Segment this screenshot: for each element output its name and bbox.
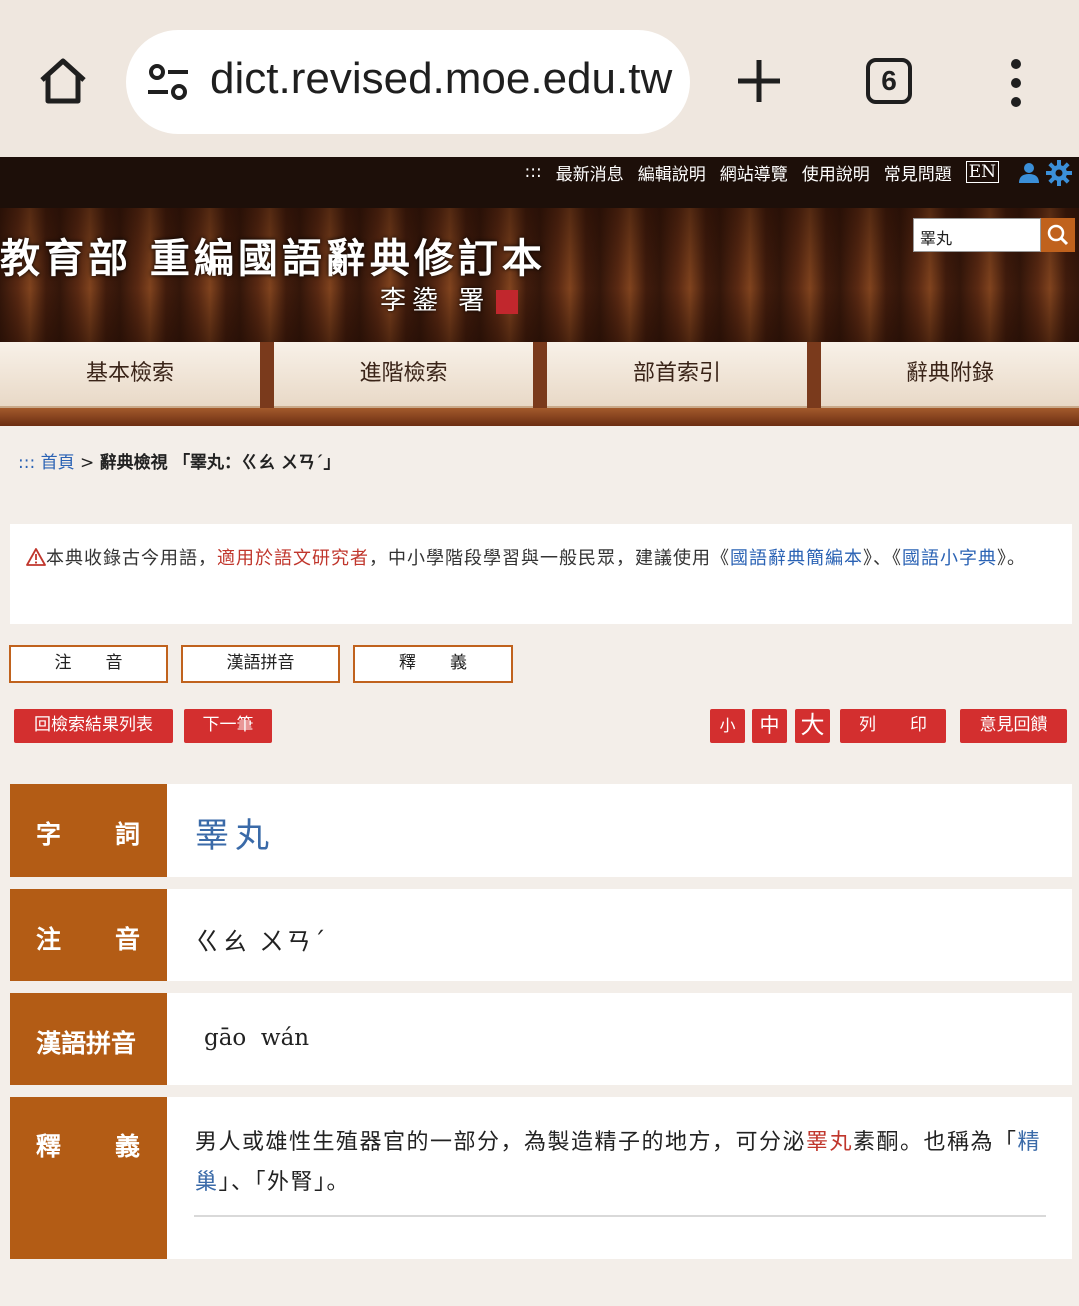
- entry-word: 睪丸: [195, 816, 275, 856]
- nav-rail: [0, 408, 1079, 426]
- topbar-link-faq[interactable]: 常見問題: [884, 160, 952, 185]
- user-icon[interactable]: [1017, 161, 1041, 185]
- topbar-link-help[interactable]: 使用說明: [802, 160, 870, 185]
- site-banner: 教育部 重編國語辭典修訂本 李鍌 署 睪丸: [0, 208, 1079, 342]
- main-navigation: 基本檢索 進階檢索 部首索引 辭典附錄: [0, 342, 1079, 426]
- breadcrumb-home-link[interactable]: 首頁: [41, 453, 75, 473]
- breadcrumb-current: 辭典檢視: [99, 453, 168, 473]
- breadcrumb: ::: 首頁 > 辭典檢視 「睪丸：ㄍㄠ ㄨㄢˊ」: [18, 448, 340, 473]
- field-tab-pinyin[interactable]: 漢語拼音: [181, 645, 340, 683]
- site-topbar: ::: 最新消息 編輯說明 網站導覽 使用說明 常見問題 EN: [0, 157, 1079, 208]
- row-word: 字 詞 睪丸: [10, 784, 1072, 877]
- search-icon: [1047, 224, 1069, 246]
- breadcrumb-query: 「睪丸：ㄍㄠ ㄨㄢˊ」: [173, 453, 341, 473]
- more-options-icon[interactable]: [1006, 58, 1026, 108]
- entry-zhuyin: ㄍㄠ ㄨㄢˊ: [195, 927, 328, 956]
- definition-divider: [194, 1215, 1046, 1217]
- field-tab-definition[interactable]: 釋 義: [353, 645, 513, 683]
- label-definition: 釋 義: [10, 1097, 167, 1259]
- signature: 李鍌 署: [380, 280, 519, 317]
- entry-pinyin: gāo wán: [204, 1025, 310, 1051]
- tab-switcher-button[interactable]: 6: [866, 58, 912, 104]
- row-zhuyin: 注 音 ㄍㄠ ㄨㄢˊ: [10, 889, 1072, 981]
- breadcrumb-separator: >: [80, 453, 95, 473]
- notice-text-1: 本典收錄古今用語，: [46, 548, 217, 569]
- label-word: 字 詞: [10, 784, 167, 877]
- home-icon[interactable]: [36, 54, 90, 108]
- site-title: 教育部 重編國語辭典修訂本: [0, 235, 546, 282]
- tab-basic-search[interactable]: 基本檢索: [0, 342, 260, 408]
- settings-gear-icon[interactable]: [1045, 159, 1073, 187]
- warning-icon: [26, 548, 46, 566]
- font-medium-button[interactable]: 中: [752, 709, 787, 743]
- font-large-button[interactable]: 大: [795, 709, 830, 743]
- topbar-link-sitemap[interactable]: 網站導覽: [720, 160, 788, 185]
- notice-text-3: 》、《: [863, 548, 902, 569]
- notice-box: 本典收錄古今用語，適用於語文研究者，中小學階段學習與一般民眾，建議使用《國語辭典…: [10, 524, 1072, 624]
- tab-radical-index[interactable]: 部首索引: [547, 342, 807, 408]
- tab-appendix[interactable]: 辭典附錄: [821, 342, 1079, 408]
- browser-toolbar: dict.revised.moe.edu.tw 6: [0, 0, 1079, 157]
- back-to-results-button[interactable]: 回檢索結果列表: [14, 709, 173, 743]
- new-tab-icon[interactable]: [734, 56, 784, 106]
- topbar-link-edit-notes[interactable]: 編輯說明: [638, 160, 706, 185]
- notice-text-2: ，中小學階段學習與一般民眾，建議使用《: [369, 548, 730, 569]
- link-small-dictionary[interactable]: 國語小字典: [902, 548, 997, 569]
- print-button[interactable]: 列 印: [840, 709, 946, 743]
- notice-highlight: 適用於語文研究者: [217, 548, 369, 569]
- accesskey-top[interactable]: :::: [525, 162, 542, 182]
- font-small-button[interactable]: 小: [710, 709, 745, 743]
- field-tab-zhuyin[interactable]: 注 音: [9, 645, 168, 683]
- row-pinyin: 漢語拼音 gāo wán: [10, 993, 1072, 1085]
- link-concise-dictionary[interactable]: 國語辭典簡編本: [730, 548, 863, 569]
- feedback-button[interactable]: 意見回饋: [960, 709, 1067, 743]
- notice-text-4: 》。: [997, 548, 1026, 569]
- entry-definition: 男人或雄性生殖器官的一部分，為製造精子的地方，可分泌睪丸素酮。也稱為「精巢」、「…: [195, 1130, 1042, 1195]
- language-en-button[interactable]: EN: [965, 161, 999, 183]
- accesskey-content[interactable]: :::: [18, 453, 35, 473]
- search-input[interactable]: 睪丸: [913, 218, 1041, 252]
- label-pinyin: 漢語拼音: [10, 993, 167, 1085]
- label-zhuyin: 注 音: [10, 889, 167, 981]
- tab-advanced-search[interactable]: 進階檢索: [274, 342, 533, 408]
- topbar-link-news[interactable]: 最新消息: [556, 160, 624, 185]
- seal-stamp: [496, 290, 519, 314]
- search-button[interactable]: [1041, 218, 1075, 252]
- url-text: dict.revised.moe.edu.tw: [210, 54, 673, 103]
- definition-highlight: 睪丸: [806, 1130, 854, 1155]
- row-definition: 釋 義 男人或雄性生殖器官的一部分，為製造精子的地方，可分泌睪丸素酮。也稱為「精…: [10, 1097, 1072, 1259]
- site-settings-icon[interactable]: [146, 62, 190, 102]
- next-entry-button[interactable]: 下一筆: [184, 709, 272, 743]
- address-bar[interactable]: dict.revised.moe.edu.tw: [126, 30, 690, 134]
